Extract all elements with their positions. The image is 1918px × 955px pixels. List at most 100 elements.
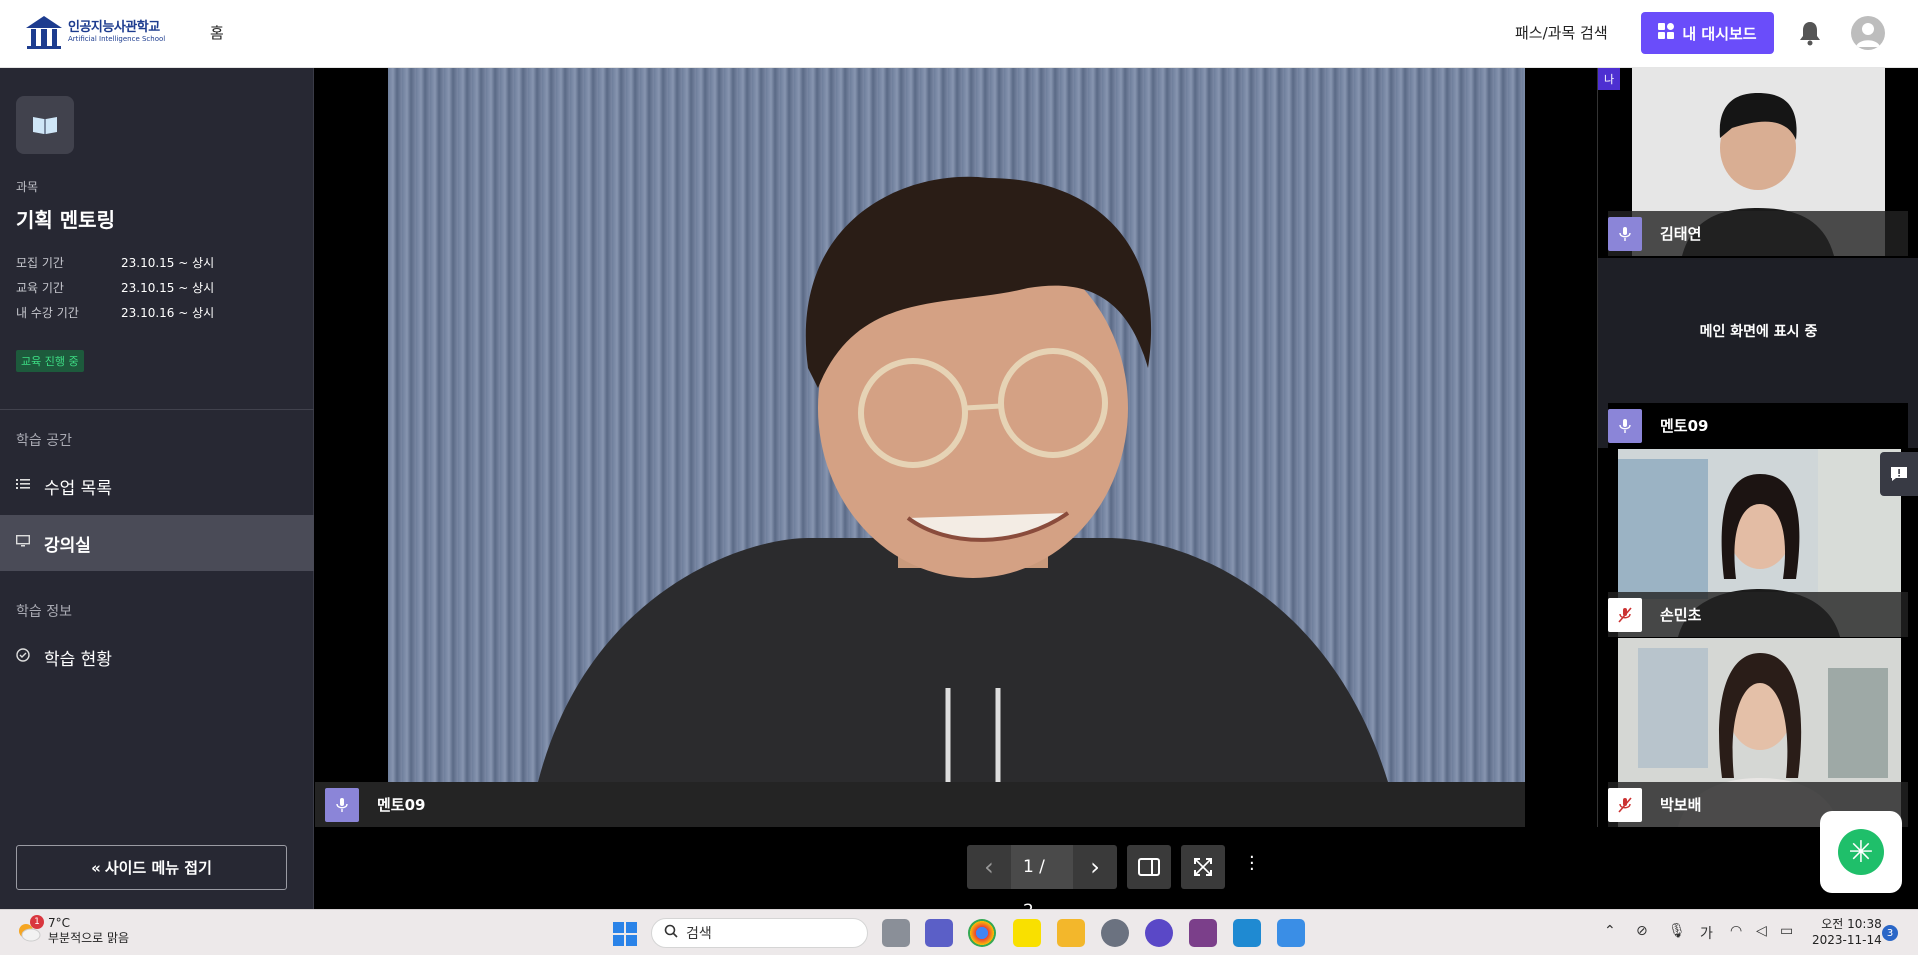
period-value: 23.10.16 ~ 상시 (121, 306, 215, 320)
windows-taskbar: 1 7°C 부분적으로 맑음 검색 ⌃ ⊘ 🎙 가 ◠ ◁ ▭ 오전 10:38… (0, 909, 1918, 955)
participant-tile-3[interactable]: 손민초 (1598, 449, 1918, 637)
game-app-icon[interactable] (1189, 919, 1217, 947)
participants-panel: 나 김태연 메인 화면에 표시 중 멘토09 손민초 박보배 (1597, 68, 1918, 827)
collapse-sidebar-label: 사이드 메뉴 접기 (104, 859, 212, 877)
participant-tile-me[interactable]: 나 김태연 (1598, 68, 1918, 256)
app-icon[interactable] (1145, 919, 1173, 947)
participant-tile-4[interactable]: 박보배 (1598, 638, 1918, 827)
participant-name-bar: 손민초 (1608, 592, 1908, 637)
weather-temperature: 7°C (48, 916, 71, 930)
course-category-label: 과목 (16, 180, 39, 194)
expand-icon (1194, 858, 1212, 876)
clock-time: 오전 10:38 (1821, 917, 1882, 931)
notepad-icon[interactable] (1277, 919, 1305, 947)
partly-sunny-icon: 1 (14, 915, 44, 945)
participant-name: 박보배 (1660, 796, 1702, 814)
course-sidebar: 과목 기획 멘토링 모집 기간 23.10.15 ~ 상시 교육 기간 23.10.… (0, 68, 314, 909)
kakaotalk-icon[interactable] (1013, 919, 1041, 947)
page-indicator: 1 / 2 (1010, 845, 1074, 921)
windows-start-icon[interactable] (613, 922, 637, 946)
home-link[interactable]: 홈 (210, 22, 224, 43)
chat-alert-icon (1891, 467, 1907, 481)
logo-subtitle: Artificial Intelligence School (68, 35, 166, 43)
microphone-icon[interactable]: 🎙 (1668, 923, 1686, 939)
course-search-link[interactable]: 패스/과목 검색 (1515, 22, 1608, 43)
speaker-icon[interactable]: ◁ (1756, 923, 1767, 939)
fullscreen-button[interactable] (1181, 845, 1225, 889)
task-view-icon[interactable] (882, 919, 910, 947)
vscode-icon[interactable] (1233, 919, 1261, 947)
dashboard-button-label: 내 대시보드 (1682, 24, 1757, 43)
recruit-period-row: 모집 기간 23.10.15 ~ 상시 (16, 254, 214, 271)
main-video-feed[interactable] (388, 68, 1525, 782)
speaker-video-image (538, 176, 1388, 782)
weather-widget[interactable]: 1 7°C 부분적으로 맑음 (14, 915, 130, 946)
sidebar-item-classroom[interactable]: 강의실 (0, 515, 314, 571)
participant-name: 멘토09 (1660, 417, 1709, 435)
me-tag: 나 (1598, 68, 1620, 90)
taskbar-search-placeholder: 검색 (686, 926, 712, 942)
mic-muted-icon (1608, 597, 1642, 632)
wifi-icon[interactable]: ◠ (1730, 923, 1742, 939)
period-key: 내 수강 기간 (16, 306, 79, 320)
main-speaker-name-bar: 멘토09 (315, 782, 1525, 827)
chevron-up-icon[interactable]: ⌃ (1604, 923, 1616, 939)
period-value: 23.10.15 ~ 상시 (121, 281, 215, 295)
participant-tile-mentor[interactable]: 메인 화면에 표시 중 멘토09 (1598, 258, 1918, 448)
check-badge-icon (16, 648, 34, 666)
book-icon (16, 96, 74, 154)
camera-off-icon[interactable]: ⊘ (1636, 923, 1648, 939)
more-options-icon[interactable]: · · · (1249, 849, 1255, 879)
period-key: 교육 기간 (16, 281, 64, 295)
monitor-icon (15, 534, 34, 551)
chevron-right-icon[interactable]: › (1073, 853, 1117, 881)
list-icon (16, 478, 34, 494)
my-enrollment-period-row: 내 수강 기간 23.10.16 ~ 상시 (16, 304, 214, 321)
notification-badge[interactable]: 3 (1882, 925, 1898, 941)
school-logo[interactable]: 인공지능사관학교 Artificial Intelligence School (24, 14, 165, 50)
sidebar-item-lesson-list[interactable]: 수업 목록 (0, 458, 314, 514)
bell-icon[interactable] (1798, 20, 1822, 46)
teams-icon[interactable] (925, 919, 953, 947)
floating-action-button[interactable]: ✳ (1820, 811, 1902, 893)
sidebar-item-label: 강의실 (44, 535, 91, 556)
dashboard-grid-icon (1658, 23, 1675, 43)
participant-name: 김태연 (1660, 225, 1702, 243)
school-logo-icon (24, 14, 64, 50)
main-video-stage: 멘토09 (315, 68, 1597, 827)
meeting-toolbar: ‹ 1 / 2 › ··· (315, 827, 1918, 921)
user-avatar[interactable] (1851, 16, 1885, 50)
weather-description: 부분적으로 맑음 (48, 931, 130, 945)
search-icon (664, 924, 678, 942)
sidebar-item-learning-progress[interactable]: 학습 현황 (0, 629, 314, 685)
mic-on-icon (1608, 216, 1642, 251)
participant-name: 손민초 (1660, 606, 1702, 624)
taskbar-search-box[interactable]: 검색 (651, 918, 868, 948)
period-key: 모집 기간 (16, 256, 64, 270)
learning-space-heading: 학습 공간 (16, 433, 72, 449)
page-navigator: ‹ 1 / 2 › (967, 845, 1117, 921)
asterisk-icon: ✳ (1838, 829, 1884, 875)
chevron-left-icon[interactable]: ‹ (967, 853, 1011, 881)
chat-toggle-tab[interactable] (1880, 452, 1918, 496)
sidebar-divider (0, 409, 314, 410)
period-value: 23.10.15 ~ 상시 (121, 256, 215, 270)
settings-gear-icon[interactable] (1101, 919, 1129, 947)
collapse-sidebar-button[interactable]: « 사이드 메뉴 접기 (16, 845, 287, 890)
participant-name-bar: 김태연 (1608, 211, 1908, 256)
sidebar-item-label: 학습 현황 (44, 649, 112, 670)
participant-name-bar: 멘토09 (1608, 403, 1908, 448)
main-speaker-name: 멘토09 (377, 796, 426, 814)
ime-indicator[interactable]: 가 (1700, 923, 1713, 943)
education-period-row: 교육 기간 23.10.15 ~ 상시 (16, 279, 214, 296)
battery-icon[interactable]: ▭ (1780, 923, 1793, 939)
mic-on-icon (1608, 408, 1642, 443)
system-clock[interactable]: 오전 10:38 2023-11-14 (1812, 916, 1882, 948)
chrome-icon[interactable] (968, 919, 996, 947)
my-dashboard-button[interactable]: 내 대시보드 (1641, 12, 1774, 54)
sidebar-item-label: 수업 목록 (44, 478, 112, 499)
file-explorer-icon[interactable] (1057, 919, 1085, 947)
layout-toggle-button[interactable] (1127, 845, 1171, 889)
logo-title: 인공지능사관학교 (68, 20, 160, 35)
course-title: 기획 멘토링 (16, 208, 115, 232)
